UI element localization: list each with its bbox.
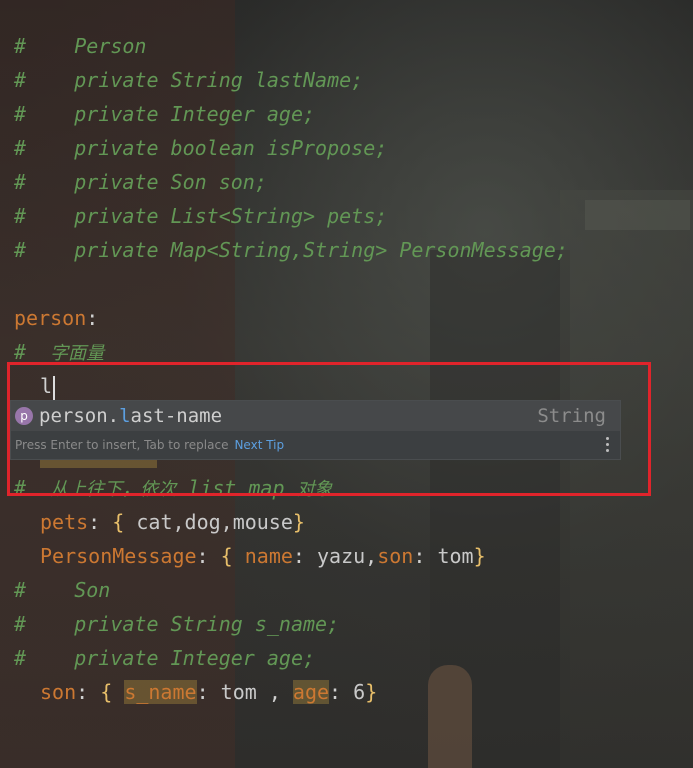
code-line: son: { s_name: tom , age: 6} [40, 675, 377, 709]
colon: : [413, 544, 426, 568]
code-line: # private Map<String,String> PersonMessa… [14, 238, 568, 262]
brace: { [100, 680, 113, 704]
yaml-value: 6 [353, 680, 366, 704]
comment-hash: # [14, 340, 27, 364]
brace: { [112, 510, 125, 534]
code-line: PersonMessage: { name: yazu,son: tom} [40, 539, 486, 573]
code-line: # private String s_name; [14, 612, 340, 636]
code-line: # Person [14, 34, 147, 58]
colon: : [329, 680, 342, 704]
yaml-key: person [14, 306, 87, 330]
yaml-key-highlighted: s_name [124, 680, 197, 704]
yaml-key-highlighted: age [292, 680, 330, 704]
comment-text: 字面量 [50, 343, 105, 364]
yaml-key: pets [40, 510, 89, 534]
code-line: # private Integer age; [14, 646, 316, 670]
yaml-value: yazu [317, 544, 366, 568]
yaml-value: tom [220, 680, 257, 704]
yaml-value: cat,dog,mouse [136, 510, 293, 534]
code-line: # private Son son; [14, 170, 267, 194]
brace: } [292, 510, 305, 534]
yaml-key: name [244, 544, 293, 568]
code-line: # Son [14, 578, 111, 602]
yaml-key: son [377, 544, 414, 568]
colon: : [292, 544, 305, 568]
colon: : [88, 510, 101, 534]
code-line: # private Integer age; [14, 102, 316, 126]
comma: , [268, 680, 281, 704]
code-line: pets: { cat,dog,mouse} [40, 505, 305, 539]
annotation-highlight-box [7, 362, 651, 496]
yaml-value: tom [437, 544, 474, 568]
background-figure [428, 665, 472, 768]
yaml-key: son [40, 680, 77, 704]
colon: : [86, 306, 99, 330]
brace: } [365, 680, 378, 704]
colon: : [196, 544, 209, 568]
comma: , [365, 544, 378, 568]
yaml-key: PersonMessage [40, 544, 197, 568]
background-rooftop [585, 200, 690, 230]
code-line: # private List<String> pets; [14, 204, 388, 228]
brace: } [473, 544, 486, 568]
brace: { [220, 544, 233, 568]
code-line: # private String lastName; [14, 68, 364, 92]
code-line: person: [14, 301, 98, 335]
colon: : [196, 680, 209, 704]
code-line: # private boolean isPropose; [14, 136, 388, 160]
colon: : [76, 680, 89, 704]
